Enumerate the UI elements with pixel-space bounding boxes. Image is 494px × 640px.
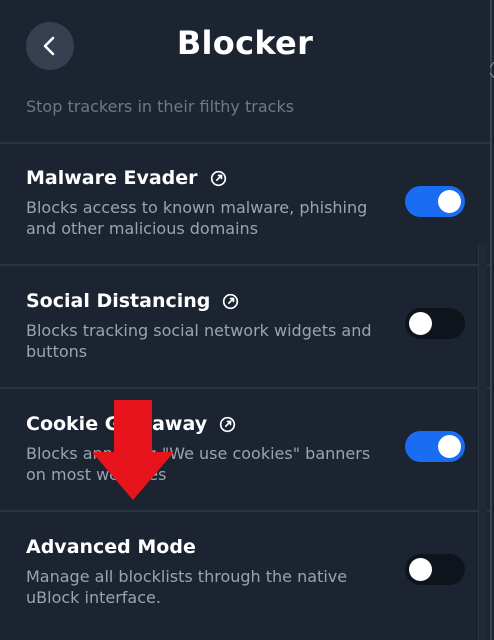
item-description-malware-evader: Blocks access to known malware, phishing… [26,198,368,238]
divider [0,387,490,389]
toggle-knob [409,558,432,581]
external-link-icon[interactable] [219,416,236,433]
blocker-panel: Stop trackers in their filthy tracks Mal… [0,0,492,640]
cookie-giveaway-toggle[interactable] [405,431,465,462]
toggle-knob [438,435,461,458]
malware-evader-toggle[interactable] [405,186,465,217]
item-description-cookie-giveaway: Blocks annoying "We use cookies" banners… [26,444,371,484]
divider [0,264,490,266]
item-title-text: Advanced Mode [26,536,196,558]
item-title-text: Cookie Giveaway [26,413,208,435]
partial-item-description: Stop trackers in their filthy tracks [26,97,295,116]
header: Blocker [0,0,490,94]
item-title-text: Social Distancing [26,290,211,312]
blocker-list: Stop trackers in their filthy tracks Mal… [0,0,490,640]
item-title-cookie-giveaway: Cookie Giveaway [26,413,236,435]
item-description-social-distancing: Blocks tracking social network widgets a… [26,321,372,361]
external-link-icon[interactable] [222,293,239,310]
scrollbar[interactable] [478,245,487,640]
item-title-text: Malware Evader [26,167,198,189]
toggle-knob [438,190,461,213]
divider [0,510,490,512]
divider [0,142,490,144]
social-distancing-toggle[interactable] [405,308,465,339]
item-title-malware-evader: Malware Evader [26,167,227,189]
item-description-advanced-mode: Manage all blocklists through the native… [26,567,348,607]
page-title: Blocker [176,24,314,62]
toggle-knob [409,312,432,335]
item-title-advanced-mode: Advanced Mode [26,536,196,558]
advanced-mode-toggle[interactable] [405,554,465,585]
external-link-icon[interactable] [210,170,227,187]
item-title-social-distancing: Social Distancing [26,290,239,312]
